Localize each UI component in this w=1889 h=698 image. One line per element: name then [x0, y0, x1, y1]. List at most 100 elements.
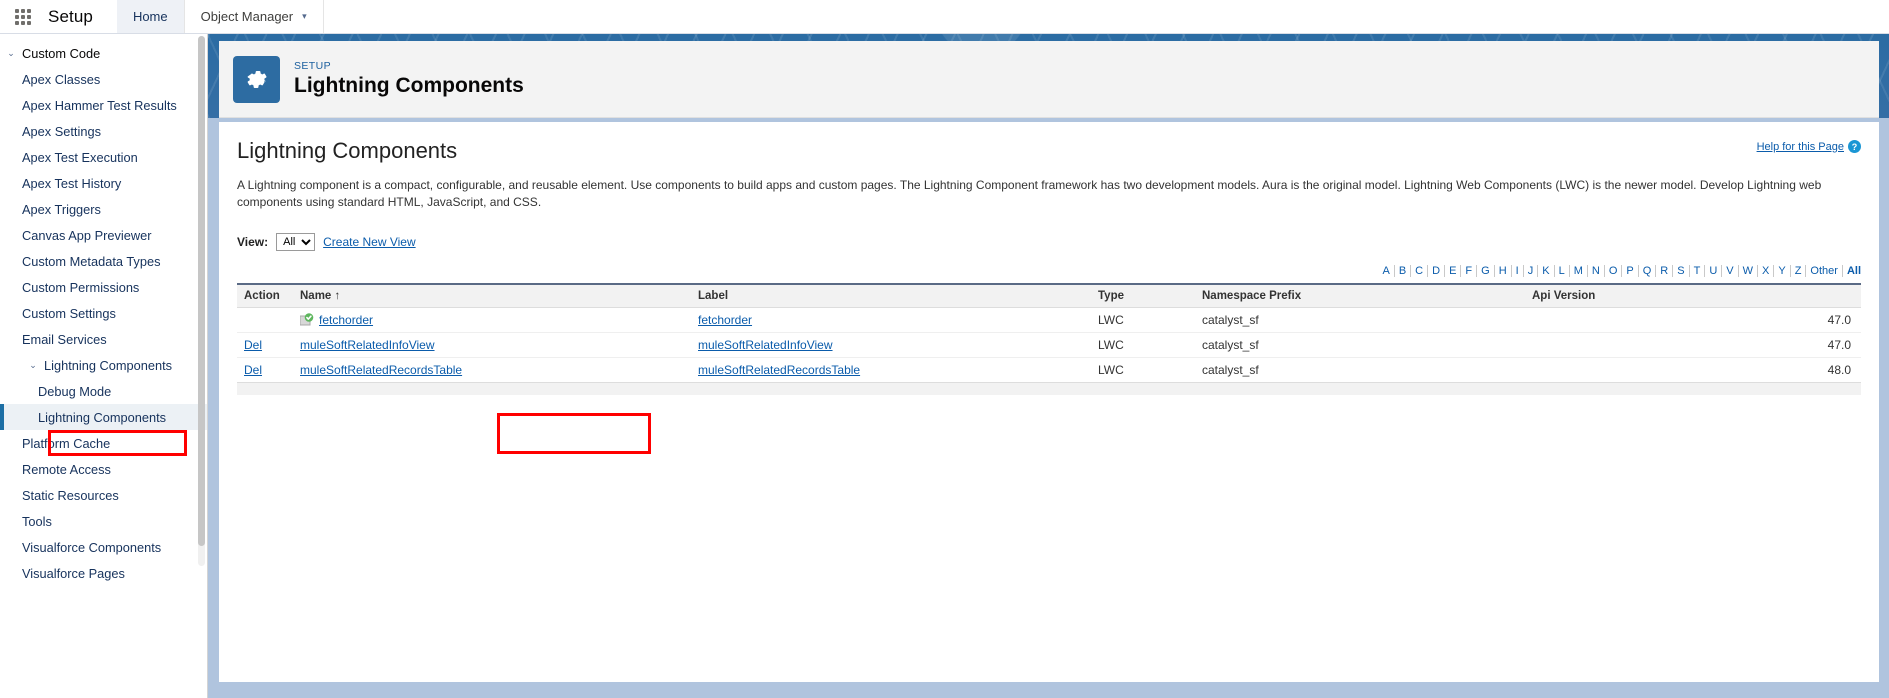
alpha-index-s[interactable]: S [1673, 265, 1690, 277]
alpha-index-all[interactable]: All [1843, 265, 1861, 277]
table-row: fetchorder fetchorder LWC catalyst_sf 47.0 [237, 307, 1861, 333]
alpha-index-b[interactable]: B [1395, 265, 1412, 277]
content-wrapper: Help for this Page ? Lightning Component… [208, 118, 1889, 682]
question-mark-icon[interactable]: ? [1848, 140, 1861, 153]
sidebar-item-lightning-components[interactable]: Lightning Components [0, 404, 207, 430]
sidebar-item-custom-settings[interactable]: Custom Settings [0, 300, 207, 326]
alpha-index-z[interactable]: Z [1791, 265, 1807, 277]
tab-home[interactable]: Home [116, 0, 185, 33]
sidebar-item-static-resources[interactable]: Static Resources [0, 482, 207, 508]
component-label-link[interactable]: fetchorder [698, 313, 752, 327]
delete-link[interactable]: Del [244, 338, 262, 352]
delete-link[interactable]: Del [244, 363, 262, 377]
column-header-type: Type [1091, 283, 1195, 308]
table-name-cells-highlight [497, 413, 651, 454]
alpha-index-h[interactable]: H [1495, 265, 1512, 277]
cell-type: LWC [1091, 332, 1195, 358]
sidebar-item-canvas-app-previewer[interactable]: Canvas App Previewer [0, 222, 207, 248]
sort-ascending-icon: ↑ [334, 290, 341, 302]
chevron-down-icon[interactable]: ⌄ [22, 360, 44, 371]
sidebar-item-apex-test-execution[interactable]: Apex Test Execution [0, 144, 207, 170]
sidebar-item-email-services[interactable]: Email Services [0, 326, 207, 352]
alpha-index-other[interactable]: Other [1806, 265, 1843, 277]
sidebar-item-remote-access[interactable]: Remote Access [0, 456, 207, 482]
alpha-index-t[interactable]: T [1690, 265, 1706, 277]
component-name-link[interactable]: muleSoftRelatedInfoView [300, 338, 435, 352]
component-label-link[interactable]: muleSoftRelatedRecordsTable [698, 363, 860, 377]
cell-api-version: 47.0 [1525, 307, 1861, 333]
component-label-link[interactable]: muleSoftRelatedInfoView [698, 338, 833, 352]
sidebar-item-label: Apex Settings [22, 123, 101, 139]
column-header-label: Label [691, 283, 1091, 308]
alpha-index-o[interactable]: O [1605, 265, 1623, 277]
component-name-link[interactable]: muleSoftRelatedRecordsTable [300, 363, 462, 377]
sidebar-item-platform-cache[interactable]: Platform Cache [0, 430, 207, 456]
sidebar-item-custom-permissions[interactable]: Custom Permissions [0, 274, 207, 300]
setup-page: Setup Home Object Manager ▾ ⌄ Custom Code… [0, 0, 1889, 698]
sidebar-item-label: Apex Classes [22, 71, 101, 87]
sidebar-item-custom-code[interactable]: ⌄ Custom Code [0, 40, 207, 66]
setup-sidebar[interactable]: ⌄ Custom Code Apex Classes Apex Hammer Test… [0, 34, 208, 698]
alpha-index-n[interactable]: N [1588, 265, 1605, 277]
alpha-index-j[interactable]: J [1524, 265, 1539, 277]
breadcrumb: SETUP [294, 60, 332, 72]
help-for-this-page-link[interactable]: Help for this Page ? [1757, 140, 1861, 153]
alpha-index-w[interactable]: W [1739, 265, 1758, 277]
view-select[interactable]: All [276, 233, 316, 251]
alpha-index-e[interactable]: E [1445, 265, 1462, 277]
alpha-index-l[interactable]: L [1555, 265, 1570, 277]
sidebar-item-tools[interactable]: Tools [0, 508, 207, 534]
alpha-index-k[interactable]: K [1538, 265, 1555, 277]
table-footer [237, 382, 1861, 395]
main-content: SETUP Lightning Components Help for this… [208, 34, 1889, 698]
app-launcher-button[interactable] [0, 0, 46, 33]
sidebar-item-label: Visualforce Components [22, 539, 162, 555]
cell-type: LWC [1091, 357, 1195, 383]
sidebar-item-label: Lightning Components [44, 357, 173, 373]
alpha-index-p[interactable]: P [1622, 265, 1639, 277]
sidebar-item-label: Email Services [22, 331, 107, 347]
sidebar-item-apex-triggers[interactable]: Apex Triggers [0, 196, 207, 222]
cell-label: muleSoftRelatedRecordsTable [691, 357, 1091, 383]
sidebar-item-apex-hammer-test-results[interactable]: Apex Hammer Test Results [0, 92, 207, 118]
alpha-index-y[interactable]: Y [1774, 265, 1791, 277]
cell-type: LWC [1091, 307, 1195, 333]
create-new-view-link[interactable]: Create New View [323, 235, 415, 249]
column-header-name[interactable]: Name ↑ [293, 283, 691, 308]
sidebar-item-visualforce-pages[interactable]: Visualforce Pages [0, 560, 207, 586]
alpha-index-r[interactable]: R [1656, 265, 1674, 277]
alpha-index-a[interactable]: A [1378, 265, 1395, 277]
sidebar-item-label: Static Resources [22, 487, 119, 503]
sidebar-item-label: Custom Settings [22, 305, 116, 321]
cell-action: Del [237, 357, 293, 383]
alpha-index-c[interactable]: C [1411, 265, 1429, 277]
sidebar-item-lightning-components[interactable]: ⌄ Lightning Components [0, 352, 207, 378]
sidebar-item-label: Apex Test History [22, 175, 122, 191]
alpha-index-g[interactable]: G [1477, 265, 1495, 277]
sidebar-scrollbar-thumb[interactable] [198, 36, 205, 546]
alpha-index-u[interactable]: U [1705, 265, 1723, 277]
component-name-link[interactable]: fetchorder [319, 313, 373, 327]
alpha-index-i[interactable]: I [1512, 265, 1524, 277]
alpha-index-q[interactable]: Q [1639, 265, 1657, 277]
tab-object-manager[interactable]: Object Manager ▾ [185, 0, 324, 33]
alpha-index-x[interactable]: X [1758, 265, 1775, 277]
cell-name: fetchorder [293, 307, 691, 333]
view-filter-row: View: All Create New View [237, 233, 1861, 251]
sidebar-item-apex-test-history[interactable]: Apex Test History [0, 170, 207, 196]
tab-home-label: Home [132, 9, 168, 24]
sidebar-item-visualforce-components[interactable]: Visualforce Components [0, 534, 207, 560]
sidebar-item-apex-settings[interactable]: Apex Settings [0, 118, 207, 144]
table-body: fetchorder fetchorder LWC catalyst_sf 47.0 De… [237, 307, 1861, 383]
content-card: Help for this Page ? Lightning Component… [219, 122, 1879, 682]
sidebar-item-debug-mode[interactable]: Debug Mode [0, 378, 207, 404]
cell-api-version: 47.0 [1525, 332, 1861, 358]
alpha-index-m[interactable]: M [1570, 265, 1588, 277]
sidebar-item-custom-metadata-types[interactable]: Custom Metadata Types [0, 248, 207, 274]
alpha-index-v[interactable]: V [1722, 265, 1739, 277]
alpha-index-f[interactable]: F [1461, 265, 1478, 277]
column-header-api-version: Api Version [1525, 283, 1861, 308]
chevron-down-icon[interactable]: ⌄ [0, 48, 22, 59]
sidebar-item-apex-classes[interactable]: Apex Classes [0, 66, 207, 92]
alpha-index-d[interactable]: D [1428, 265, 1446, 277]
